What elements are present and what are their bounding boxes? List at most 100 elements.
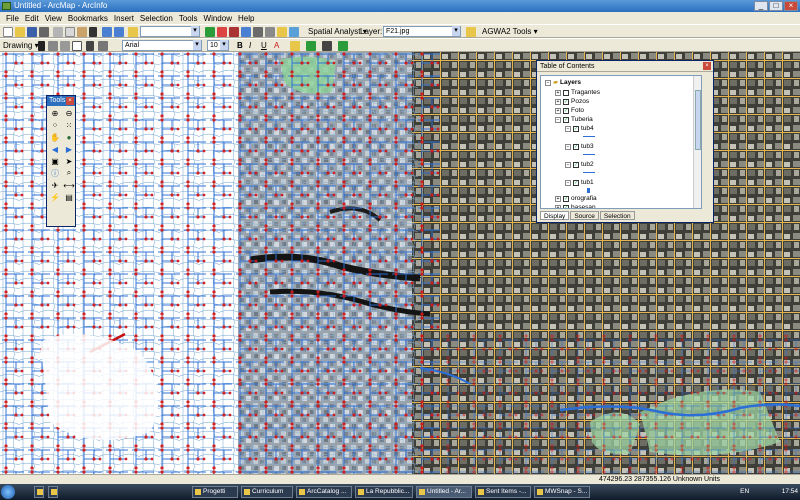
full-extent-icon[interactable]: ●	[63, 132, 75, 142]
toc-layer-row[interactable]: + ✓ basesan	[555, 203, 596, 208]
italic-button[interactable]: I	[249, 41, 251, 51]
spatial-analyst-menu[interactable]: Spatial Analyst ▾	[308, 27, 367, 37]
find-icon[interactable]: ⌕	[63, 168, 75, 178]
toc-scrollbar[interactable]	[693, 76, 701, 208]
command-line-icon[interactable]	[241, 27, 251, 37]
layer-checkbox[interactable]: ✓	[563, 116, 569, 123]
toc-root-row[interactable]: − ▰ Layers	[545, 78, 581, 87]
whats-this-icon[interactable]	[277, 27, 287, 37]
taskbar-item[interactable]: Sent Items -...	[475, 486, 531, 498]
taskbar-item-active[interactable]: Untitled - Ar...	[416, 486, 472, 498]
tab-selection[interactable]: Selection	[599, 211, 635, 220]
expand-icon[interactable]: +	[555, 89, 561, 96]
layer-checkbox[interactable]: ✓	[563, 98, 569, 105]
zoom-in-icon[interactable]: ⊕	[49, 108, 61, 118]
menu-insert[interactable]: Insert	[111, 14, 137, 23]
quick-launch-icon[interactable]	[34, 486, 44, 498]
marker-color-icon[interactable]	[322, 41, 332, 51]
toc-layer-row[interactable]: + ✓ Pozos	[555, 97, 589, 106]
toc-sublayer-row[interactable]: − ✓ tub1	[565, 178, 594, 187]
collapse-icon[interactable]: −	[555, 116, 561, 123]
taskbar-item[interactable]: Progetti	[192, 486, 238, 498]
drawing-menu[interactable]: Drawing ▾	[3, 41, 39, 51]
redo-icon[interactable]	[114, 27, 124, 37]
layer-checkbox[interactable]	[563, 89, 569, 96]
expand-icon[interactable]: +	[555, 204, 561, 208]
expand-icon[interactable]: +	[555, 107, 561, 114]
underline-button[interactable]: U	[261, 41, 267, 51]
taskbar-item[interactable]: MWSnap - S...	[534, 486, 590, 498]
time-slider-icon[interactable]: ▤	[63, 192, 75, 202]
menu-help[interactable]: Help	[235, 14, 257, 23]
layer-checkbox[interactable]: ✓	[573, 161, 579, 168]
layer-combo[interactable]: F21.jpg	[383, 26, 461, 37]
rotate-icon[interactable]	[48, 41, 58, 51]
hyperlink-icon[interactable]: ⚡	[49, 192, 61, 202]
zoom-out-icon[interactable]: ⊖	[63, 108, 75, 118]
taskbar-item[interactable]: Curriculum	[241, 486, 293, 498]
tab-display[interactable]: Display	[540, 211, 570, 220]
undo-icon[interactable]	[102, 27, 112, 37]
tools-title-bar[interactable]: Tools ×	[47, 96, 75, 106]
editor-icon[interactable]	[205, 27, 215, 37]
help-icon[interactable]	[265, 27, 275, 37]
menu-window[interactable]: Window	[201, 14, 235, 23]
menu-view[interactable]: View	[42, 14, 65, 23]
collapse-icon[interactable]: −	[565, 143, 571, 150]
previous-extent-icon[interactable]: ◀	[49, 144, 61, 154]
next-extent-icon[interactable]: ▶	[63, 144, 75, 154]
measure-icon[interactable]: ⟷	[63, 180, 75, 190]
minimize-button[interactable]: _	[754, 1, 768, 11]
identify-icon[interactable]: ⓘ	[49, 168, 61, 178]
histogram-icon[interactable]	[466, 27, 476, 37]
font-color-button[interactable]: A	[274, 41, 279, 51]
toc-sublayer-row[interactable]: − ✓ tub4	[565, 124, 594, 133]
select-elements-icon[interactable]	[38, 41, 45, 51]
pan-icon[interactable]: ✋	[49, 132, 61, 142]
new-icon[interactable]	[3, 27, 13, 37]
start-button[interactable]	[1, 485, 15, 499]
select-features-icon[interactable]: ▣	[49, 156, 61, 166]
collapse-icon[interactable]: −	[565, 161, 571, 168]
go-to-xy-icon[interactable]: ✈	[49, 180, 61, 190]
toc-layer-row[interactable]: + Tragantes	[555, 88, 600, 97]
toc-close-icon[interactable]: ×	[703, 62, 711, 70]
menu-tools[interactable]: Tools	[176, 14, 201, 23]
menu-selection[interactable]: Selection	[137, 14, 176, 23]
fill-color-icon[interactable]	[290, 41, 300, 51]
expand-icon[interactable]: +	[555, 98, 561, 105]
delete-icon[interactable]	[89, 27, 97, 37]
font-combo[interactable]: Arial	[122, 40, 202, 51]
select-elements-tool-icon[interactable]: ➤	[63, 156, 75, 166]
maximize-button[interactable]: □	[769, 1, 783, 11]
layer-checkbox[interactable]: ✓	[573, 125, 579, 132]
collapse-icon[interactable]: −	[565, 125, 571, 132]
cut-icon[interactable]	[53, 27, 63, 37]
taskbar-item[interactable]: ArcCatalog ...	[296, 486, 352, 498]
fixed-zoom-out-icon[interactable]: ⁙	[63, 120, 75, 130]
copy-icon[interactable]	[65, 27, 75, 37]
toc-layer-row[interactable]: + ✓ orografia	[555, 194, 597, 203]
toc-sublayer-row[interactable]: − ✓ tub3	[565, 142, 594, 151]
edit-vertices-icon[interactable]	[98, 41, 108, 51]
tools-close-icon[interactable]: ×	[66, 97, 74, 105]
save-icon[interactable]	[27, 27, 37, 37]
collapse-icon[interactable]: −	[565, 179, 571, 186]
menu-file[interactable]: File	[3, 14, 22, 23]
layer-checkbox[interactable]: ✓	[563, 204, 569, 208]
expand-icon[interactable]: +	[555, 195, 561, 202]
zoom-whole-page-icon[interactable]	[60, 41, 70, 51]
close-button[interactable]: ×	[784, 1, 798, 11]
print-icon[interactable]	[39, 27, 49, 37]
layer-checkbox[interactable]: ✓	[563, 195, 569, 202]
taskbar-item[interactable]: La Repubblic...	[355, 486, 413, 498]
shadow-color-icon[interactable]	[338, 41, 348, 51]
menu-bookmarks[interactable]: Bookmarks	[65, 14, 111, 23]
toc-title-bar[interactable]: Table of Contents ×	[537, 61, 713, 72]
open-icon[interactable]	[15, 27, 25, 37]
layer-checkbox[interactable]: ✓	[563, 107, 569, 114]
collapse-icon[interactable]: −	[545, 79, 551, 86]
layer-checkbox[interactable]: ✓	[573, 179, 579, 186]
bold-button[interactable]: B	[237, 41, 243, 51]
map-scale-combo[interactable]	[140, 26, 200, 37]
